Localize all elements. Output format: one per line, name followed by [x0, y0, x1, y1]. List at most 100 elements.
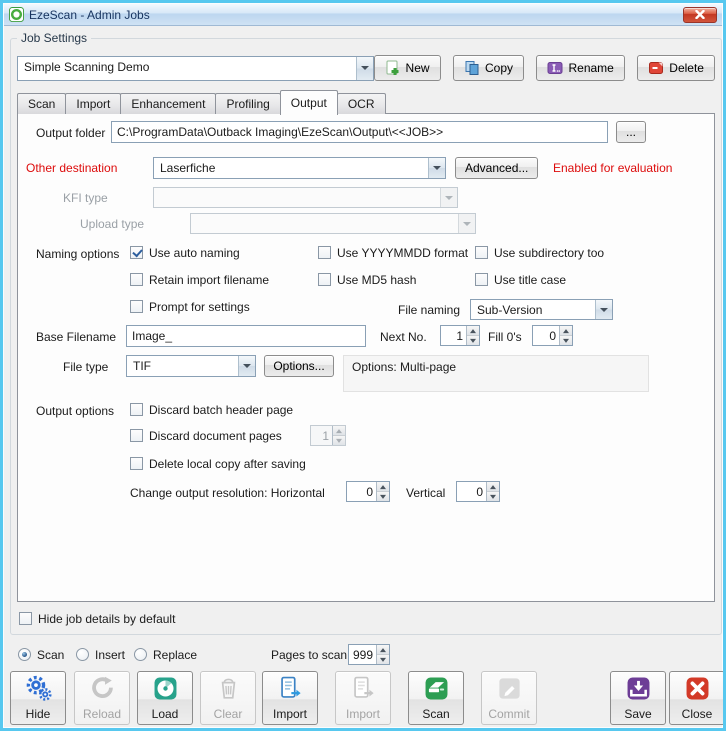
browse-button[interactable]: ... — [616, 121, 646, 143]
new-button[interactable]: New — [374, 55, 441, 81]
import-document-icon — [350, 675, 377, 702]
base-filename-input[interactable] — [126, 325, 366, 347]
chevron-down-icon[interactable] — [238, 356, 255, 376]
radio-dot[interactable] — [134, 648, 147, 661]
spin-up-icon[interactable] — [560, 326, 572, 335]
vertical-resolution-spinner[interactable]: 0 — [456, 481, 500, 502]
checkbox-box[interactable] — [475, 273, 488, 286]
file-naming-value: Sub-Version — [471, 300, 595, 319]
spin-down-icon[interactable] — [487, 491, 499, 501]
import-button-label: Import — [273, 707, 307, 721]
checkbox-use-subdirectory[interactable]: Use subdirectory too — [475, 245, 604, 260]
horizontal-resolution-spinner[interactable]: 0 — [346, 481, 390, 502]
job-select-value: Simple Scanning Demo — [18, 57, 356, 80]
tab-bar: Scan Import Enhancement Profiling Output… — [17, 89, 385, 114]
tab-import[interactable]: Import — [65, 93, 121, 114]
hide-button[interactable]: Hide — [10, 671, 66, 725]
radio-replace[interactable]: Replace — [134, 647, 197, 662]
output-folder-input[interactable] — [111, 121, 608, 143]
tab-profiling[interactable]: Profiling — [215, 93, 280, 114]
checkbox-box[interactable] — [130, 246, 143, 259]
options-button[interactable]: Options... — [264, 355, 334, 377]
checkbox-hide-job-details[interactable]: Hide job details by default — [19, 611, 175, 626]
import-document-icon — [277, 675, 304, 702]
file-type-select[interactable]: TIF — [126, 355, 256, 377]
checkbox-box[interactable] — [318, 246, 331, 259]
tab-enhancement[interactable]: Enhancement — [120, 93, 216, 114]
fill-zeros-label: Fill 0's — [488, 330, 522, 344]
checkbox-box[interactable] — [19, 612, 32, 625]
spin-up-icon[interactable] — [467, 326, 479, 335]
advanced-button[interactable]: Advanced... — [455, 157, 538, 179]
checkbox-box[interactable] — [318, 273, 331, 286]
copy-icon — [464, 60, 480, 76]
browse-button-label: ... — [626, 125, 636, 139]
spin-up-icon[interactable] — [487, 482, 499, 491]
checkbox-box[interactable] — [130, 429, 143, 442]
copy-button[interactable]: Copy — [453, 55, 524, 81]
checkbox-box[interactable] — [130, 273, 143, 286]
tab-scan[interactable]: Scan — [17, 93, 66, 114]
spin-up-icon[interactable] — [377, 482, 389, 491]
checkbox-use-md5-hash[interactable]: Use MD5 hash — [318, 272, 416, 287]
spin-down-icon[interactable] — [467, 335, 479, 345]
spin-up-icon[interactable] — [377, 645, 389, 654]
checkbox-use-title-case[interactable]: Use title case — [475, 272, 566, 287]
radio-dot[interactable] — [76, 648, 89, 661]
checkbox-retain-import-filename[interactable]: Retain import filename — [130, 272, 269, 287]
kfi-type-value — [154, 188, 440, 207]
checkbox-box[interactable] — [130, 300, 143, 313]
next-no-spinner[interactable]: 1 — [440, 325, 480, 346]
spinner-value: 0 — [347, 482, 376, 501]
spin-down-icon[interactable] — [377, 491, 389, 501]
close-button[interactable]: Close — [669, 671, 725, 725]
checkbox-prompt-for-settings[interactable]: Prompt for settings — [130, 299, 250, 314]
window-close-button[interactable] — [683, 7, 717, 23]
upload-type-value — [191, 214, 458, 233]
save-button[interactable]: Save — [610, 671, 666, 725]
other-destination-select[interactable]: Laserfiche — [153, 157, 446, 179]
titlebar: EzeScan - Admin Jobs — [4, 4, 722, 26]
checkbox-box[interactable] — [130, 457, 143, 470]
checkbox-discard-batch-header[interactable]: Discard batch header page — [130, 402, 293, 417]
tab-output[interactable]: Output — [280, 90, 338, 115]
radio-insert[interactable]: Insert — [76, 647, 125, 662]
checkbox-box[interactable] — [130, 403, 143, 416]
checkbox-label: Use subdirectory too — [494, 246, 604, 260]
checkbox-use-yyyymmdd[interactable]: Use YYYYMMDD format — [318, 245, 468, 260]
scan-button-label: Scan — [422, 707, 449, 721]
save-icon — [625, 675, 652, 702]
checkbox-discard-document-pages[interactable]: Discard document pages — [130, 428, 282, 443]
tab-ocr[interactable]: OCR — [337, 93, 386, 114]
delete-button[interactable]: Delete — [637, 55, 715, 81]
fill-zeros-spinner[interactable]: 0 — [532, 325, 573, 346]
file-type-label: File type — [63, 360, 108, 374]
chevron-down-icon[interactable] — [428, 158, 445, 178]
checkbox-delete-local-copy[interactable]: Delete local copy after saving — [130, 456, 306, 471]
disc-icon — [152, 675, 179, 702]
rename-button[interactable]: Rename — [536, 55, 624, 81]
chevron-down-icon[interactable] — [356, 57, 373, 80]
commit-button-label: Commit — [488, 707, 529, 721]
load-button[interactable]: Load — [137, 671, 193, 725]
checkbox-box[interactable] — [475, 246, 488, 259]
hide-button-label: Hide — [26, 707, 51, 721]
job-select[interactable]: Simple Scanning Demo — [17, 56, 374, 81]
import-button[interactable]: Import — [262, 671, 318, 725]
pages-to-scan-spinner[interactable]: 999 — [348, 644, 390, 665]
file-naming-select[interactable]: Sub-Version — [470, 299, 613, 320]
chevron-down-icon[interactable] — [595, 300, 612, 319]
radio-scan[interactable]: Scan — [18, 647, 64, 662]
spin-down-icon[interactable] — [377, 654, 389, 664]
scan-button[interactable]: Scan — [408, 671, 464, 725]
checkbox-use-auto-naming[interactable]: Use auto naming — [130, 245, 240, 260]
vertical-label: Vertical — [406, 486, 445, 500]
new-button-label: New — [406, 61, 430, 75]
other-destination-value: Laserfiche — [154, 158, 428, 178]
upload-type-label: Upload type — [80, 217, 144, 231]
spin-down-icon — [333, 435, 345, 445]
checkbox-label: Discard batch header page — [149, 403, 293, 417]
mode-row: Scan Insert Replace Pages to scan 999 — [6, 644, 726, 666]
spin-down-icon[interactable] — [560, 335, 572, 345]
radio-dot[interactable] — [18, 648, 31, 661]
